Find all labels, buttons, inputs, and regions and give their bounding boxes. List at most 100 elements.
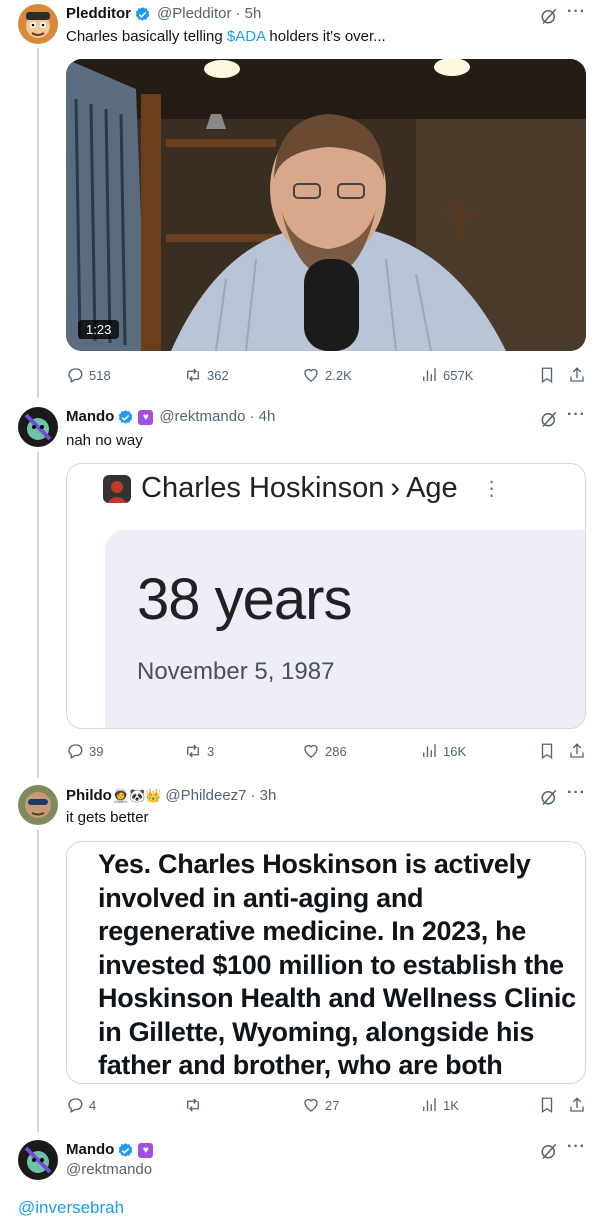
share-icon (570, 743, 584, 758)
thread-line (37, 48, 39, 398)
repost-button[interactable]: 3 (184, 742, 214, 760)
bookmark-icon (541, 1097, 553, 1114)
heart-icon (304, 1098, 318, 1112)
grok-icon[interactable] (540, 7, 558, 25)
card-heading: Charles Hoskinson › Age ⋮ (103, 472, 502, 505)
repost-button[interactable]: 362 (184, 366, 229, 384)
views-button[interactable]: 1K (420, 1096, 459, 1114)
repost-icon (187, 744, 199, 758)
tweet-header: Pledditor @Pledditor · 5h (66, 4, 261, 24)
tweet-text: nah no way (66, 432, 143, 449)
author-handle[interactable]: @Pledditor (157, 4, 231, 24)
repost-count: 362 (207, 367, 229, 383)
verified-badge-icon (135, 6, 150, 21)
author-handle[interactable]: @Phildeez7 (165, 786, 246, 806)
affiliate-badge-icon: ♥ (138, 1142, 154, 1158)
more-options-icon[interactable]: ··· (567, 406, 586, 424)
verified-badge-icon (119, 1142, 133, 1157)
video-thumbnail (66, 59, 586, 351)
reply-button[interactable]: 4 (66, 1096, 96, 1114)
kebab-menu-icon: ⋮ (481, 478, 502, 500)
like-button[interactable]: 286 (302, 742, 347, 760)
reply-button[interactable]: 518 (66, 366, 111, 384)
bookmark-button[interactable] (538, 1096, 556, 1114)
share-button[interactable] (568, 742, 586, 760)
reply-icon (68, 368, 83, 383)
more-options-icon[interactable]: ··· (567, 3, 586, 21)
view-count: 16K (443, 743, 467, 759)
avatar[interactable] (18, 1140, 58, 1180)
heart-icon (304, 744, 318, 758)
age-value: 38 years (137, 567, 352, 632)
reply-icon (68, 744, 83, 759)
like-count: 2.2K (325, 367, 352, 383)
tweet-header: Mando ♥ @rektmando · 4h (66, 407, 275, 427)
reply-icon (68, 1098, 83, 1113)
repost-icon (187, 368, 199, 382)
author-name[interactable]: Phildo (66, 786, 112, 806)
grok-icon[interactable] (540, 788, 558, 806)
more-options-icon[interactable]: ··· (567, 784, 586, 802)
image-attachment[interactable]: Yes. Charles Hoskinson is actively invol… (66, 841, 586, 1084)
bookmark-icon (541, 743, 553, 760)
views-button[interactable]: 16K (420, 742, 466, 760)
thread-line (37, 830, 39, 1132)
author-handle[interactable]: @rektmando (66, 1160, 152, 1180)
avatar[interactable] (18, 407, 58, 447)
birth-date: November 5, 1987 (137, 658, 335, 685)
author-name[interactable]: Mando (66, 407, 114, 427)
reply-count: 518 (89, 367, 111, 383)
grok-icon[interactable] (540, 1142, 558, 1160)
timestamp[interactable]: · 3h (251, 786, 277, 806)
repost-icon (187, 1098, 199, 1112)
tweet-actions: 4 27 1K (66, 1096, 586, 1118)
views-button[interactable]: 657K (420, 366, 473, 384)
name-emojis: 🧑‍🚀🐼👑 (112, 788, 162, 803)
answer-box: 38 years November 5, 1987 (105, 530, 585, 728)
views-chart-icon (423, 368, 436, 381)
video-duration: 1:23 (78, 320, 120, 339)
avatar[interactable] (18, 4, 58, 44)
views-chart-icon (423, 744, 436, 757)
affiliate-badge-icon: ♥ (138, 409, 154, 425)
like-button[interactable]: 27 (302, 1096, 339, 1114)
share-button[interactable] (568, 366, 586, 384)
more-options-icon[interactable]: ··· (567, 1138, 586, 1156)
reply-button[interactable]: 39 (66, 742, 103, 760)
repost-button[interactable] (184, 1096, 207, 1114)
image-attachment[interactable]: Charles Hoskinson › Age ⋮ 38 years Novem… (66, 463, 586, 729)
bookmark-button[interactable] (538, 366, 556, 384)
tweet-text: it gets better (66, 809, 149, 826)
mention-link[interactable]: @inversebrah (18, 1198, 124, 1218)
author-handle[interactable]: @rektmando (159, 407, 245, 427)
reply-author-header: Mando ♥ (66, 1140, 159, 1160)
cashtag-link[interactable]: $ADA (227, 28, 265, 45)
reply-count: 4 (89, 1097, 97, 1113)
repost-count: 3 (207, 743, 215, 759)
view-count: 1K (443, 1097, 459, 1113)
author-name[interactable]: Mando (66, 1140, 114, 1160)
video-player[interactable]: 1:23 (66, 59, 586, 351)
person-thumbnail-icon (103, 474, 131, 503)
view-count: 657K (443, 367, 474, 383)
bookmark-button[interactable] (538, 742, 556, 760)
tweet-actions: 518 362 2.2K 657K (66, 366, 586, 388)
thread-line (37, 452, 39, 778)
like-count: 27 (325, 1097, 340, 1113)
tweet-actions: 39 3 286 16K (66, 742, 586, 764)
share-button[interactable] (568, 1096, 586, 1114)
timestamp[interactable]: · 4h (249, 407, 275, 427)
screenshot-text: Yes. Charles Hoskinson is actively invol… (98, 849, 576, 1080)
bookmark-icon (541, 367, 553, 384)
share-icon (570, 1097, 584, 1112)
grok-icon[interactable] (540, 410, 558, 428)
share-icon (570, 367, 584, 382)
views-chart-icon (423, 1098, 436, 1111)
reply-count: 39 (89, 743, 104, 759)
verified-badge-icon (119, 409, 133, 424)
author-name[interactable]: Pledditor (66, 4, 131, 24)
tweet-text: Charles basically telling $ADA holders i… (66, 28, 386, 45)
timestamp[interactable]: · 5h (235, 4, 261, 24)
like-button[interactable]: 2.2K (302, 366, 352, 384)
avatar[interactable] (18, 785, 58, 825)
